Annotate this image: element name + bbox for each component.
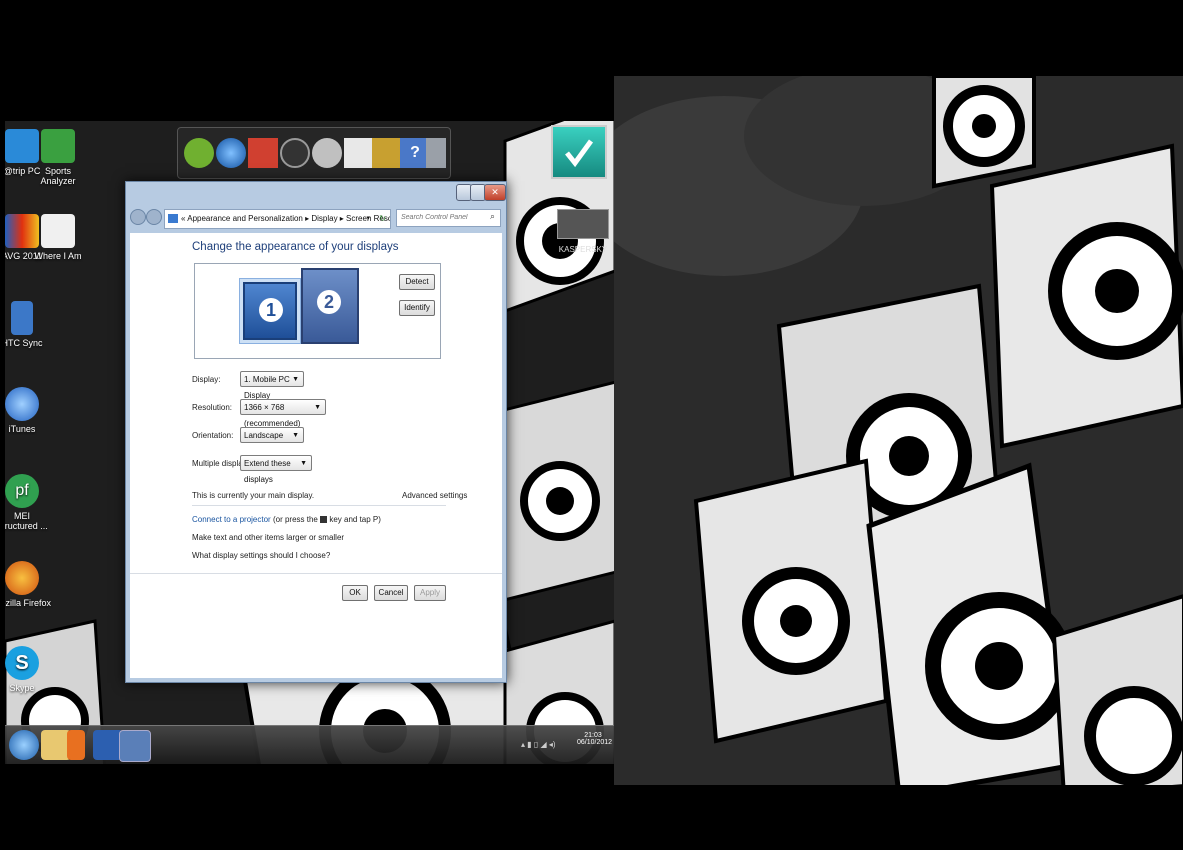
close-button[interactable]: ✕ [484, 184, 506, 201]
dock-launcher: ? [177, 127, 451, 179]
pf-icon: pf [5, 474, 39, 508]
clock-date: 06/10/2012 [577, 739, 613, 746]
clock[interactable]: 21:03 06/10/2012 [577, 732, 613, 746]
window-titlebar[interactable]: ✕ [126, 182, 506, 206]
chevron-down-icon: ▼ [300, 460, 307, 467]
monitor-2-number: 2 [317, 290, 341, 314]
taskbar: ▴ ▮ ▯ ◢ ◂) 21:03 06/10/2012 [5, 725, 614, 764]
phone-icon [11, 301, 33, 335]
lock-icon[interactable] [372, 138, 402, 168]
headphones-icon[interactable] [280, 138, 310, 168]
clock-time: 21:03 [584, 732, 602, 739]
projector-hint-post: key and tap P) [329, 515, 381, 524]
globe-icon[interactable] [216, 138, 246, 168]
breadcrumb-display[interactable]: Display [311, 214, 337, 223]
orientation-label: Orientation: [192, 431, 234, 440]
multiple-displays-select-value: Extend these displays [244, 459, 291, 484]
orientation-select-value: Landscape [244, 431, 284, 440]
breadcrumb[interactable]: « Appearance and Personalization ▸ Displ… [164, 209, 391, 229]
desktop-icon-sports-analyzer[interactable]: Sports Analyzer [29, 129, 87, 186]
desktop-icon-label: Skype [9, 683, 35, 693]
desktop-icon-label: MEI Structured ... [5, 511, 48, 531]
detect-button[interactable]: Detect [399, 274, 435, 290]
search-icon[interactable]: ⌕ [490, 211, 495, 222]
monitor-arrangement-panel: 1 2 Detect Identify [194, 263, 441, 359]
chevron-down-icon: ▼ [292, 432, 299, 439]
desktop-icon-mei-structured[interactable]: pf MEI Structured ... [5, 474, 51, 531]
film-reel-icon[interactable] [312, 138, 342, 168]
forward-arrow-icon[interactable] [146, 209, 162, 225]
multiple-displays-select[interactable]: Extend these displays ▼ [240, 455, 312, 484]
projector-hint-pre: (or press the [272, 515, 318, 524]
desktop-icon-where-i-am[interactable]: Where I Am [29, 214, 87, 261]
cancel-button[interactable]: Cancel [374, 585, 408, 601]
ok-button[interactable]: OK [342, 585, 368, 601]
search-input[interactable] [396, 209, 501, 227]
back-arrow-icon[interactable] [130, 209, 146, 225]
desktop-icon-htc-sync[interactable]: HTC Sync [5, 301, 51, 348]
orientation-select[interactable]: Landscape ▼ [240, 427, 304, 443]
notepad-icon[interactable] [344, 138, 374, 168]
desktop-icon-label: iTunes [8, 424, 36, 434]
projector-line: Connect to a projector (or press the key… [192, 515, 381, 524]
breadcrumb-prefix[interactable]: « [181, 214, 185, 223]
chevron-down-icon: ▼ [292, 376, 299, 383]
map-pin-icon [41, 214, 75, 248]
desktop-icon-label: Mozilla Firefox [5, 598, 52, 608]
advanced-settings-link[interactable]: Advanced settings [402, 491, 467, 500]
monitor-1-number: 1 [259, 298, 283, 322]
connect-projector-link[interactable]: Connect to a projector [192, 515, 271, 524]
music-note-icon [5, 387, 39, 421]
control-panel-taskbar-icon[interactable] [119, 730, 151, 762]
secondary-monitor-desktop [614, 76, 1183, 785]
kaspersky-gadget-controls[interactable] [557, 209, 609, 239]
start-button[interactable] [9, 730, 39, 760]
recycle-bin-icon[interactable] [426, 138, 446, 168]
window-content: Change the appearance of your displays 1… [130, 233, 502, 678]
desktop-icon-firefox[interactable]: Mozilla Firefox [5, 561, 51, 608]
desktop-icon-itunes[interactable]: iTunes [5, 387, 51, 434]
display-select-value: 1. Mobile PC Display [244, 375, 290, 400]
windows-key-icon [320, 516, 328, 524]
messenger-icon[interactable] [184, 138, 214, 168]
display-settings-help-link[interactable]: What display settings should I choose? [192, 551, 330, 560]
apply-button[interactable]: Apply [414, 585, 446, 601]
desktop-icon-skype[interactable]: S Skype [5, 646, 51, 693]
kaspersky-label: KASPERSKY [558, 245, 608, 254]
desktop-icon-label: HTC Sync [5, 338, 43, 348]
desktop-icon-label: Sports Analyzer [40, 166, 76, 186]
resolution-label: Resolution: [192, 403, 233, 412]
text-size-link[interactable]: Make text and other items larger or smal… [192, 533, 344, 542]
display-select[interactable]: 1. Mobile PC Display ▼ [240, 371, 304, 400]
resolution-select-value: 1366 × 768 (recommended) [244, 403, 301, 428]
chevron-down-icon[interactable]: ▾ [366, 210, 370, 228]
kaspersky-check-icon[interactable] [551, 125, 607, 179]
system-tray-icons[interactable]: ▴ ▮ ▯ ◢ ◂) [521, 740, 556, 749]
main-display-text: This is currently your main display. [192, 491, 315, 500]
skype-icon: S [5, 646, 39, 680]
desktop-icon-label: Where I Am [34, 251, 82, 261]
divider [130, 573, 502, 574]
chart-icon [41, 129, 75, 163]
screen-resolution-window: ✕ « Appearance and Personalization ▸ Dis… [125, 181, 507, 683]
checkmark-icon [565, 139, 594, 168]
monitor-2-tile[interactable]: 2 [301, 268, 359, 344]
refresh-icon[interactable]: ↻ [379, 210, 386, 228]
media-player-icon[interactable] [67, 730, 85, 760]
identify-button[interactable]: Identify [399, 300, 435, 316]
firefox-icon [5, 561, 39, 595]
page-title: Change the appearance of your displays [192, 241, 399, 253]
divider [192, 505, 446, 506]
breadcrumb-appearance[interactable]: Appearance and Personalization [187, 214, 303, 223]
display-label: Display: [192, 375, 221, 384]
primary-monitor-desktop: @trip PC Sports Analyzer AVG 2011 Where … [5, 121, 614, 764]
books-icon[interactable] [248, 138, 278, 168]
monitor-1-tile[interactable]: 1 [243, 282, 297, 340]
control-panel-icon [168, 214, 178, 224]
chevron-down-icon: ▼ [314, 404, 321, 411]
boombox-wallpaper [614, 76, 1183, 785]
resolution-select[interactable]: 1366 × 768 (recommended) ▼ [240, 399, 326, 428]
address-bar: « Appearance and Personalization ▸ Displ… [130, 208, 502, 230]
